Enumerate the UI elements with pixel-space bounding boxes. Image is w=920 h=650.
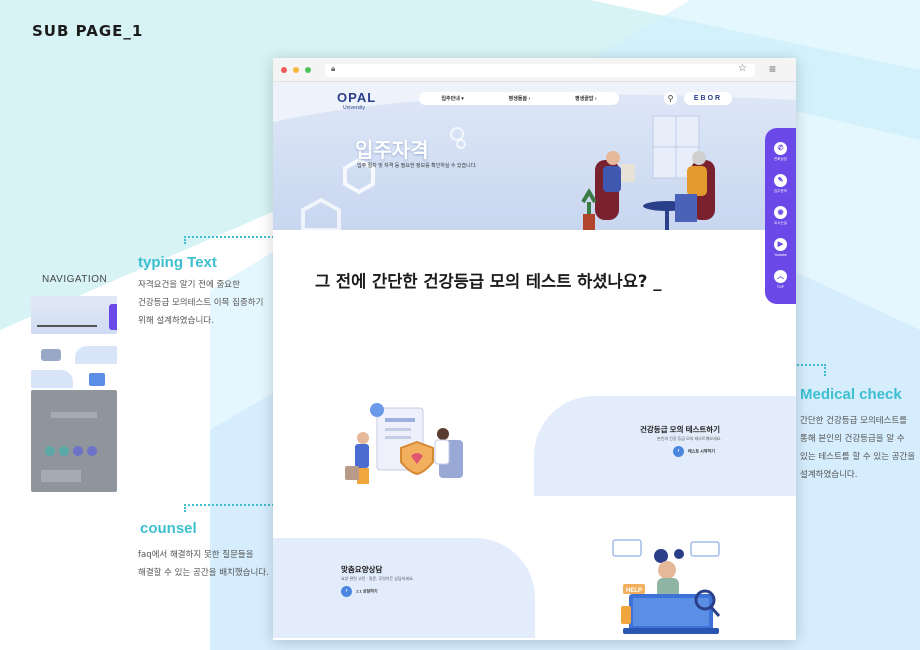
browser-window: 🔒︎ ☆ ≡ OPAL University 입주안내 ▾ 평생돌봄 › 평생끝… <box>273 58 796 640</box>
medical-anno-desc: 간단한 건강등급 모의테스트를 통해 본인의 건강등급을 알 수 있는 테스트를… <box>800 412 915 484</box>
side-item-location[interactable]: ◉ 오시는길 <box>772 206 789 226</box>
nav-thumb-medical[interactable] <box>31 346 117 364</box>
counsel-anno-desc: faq에서 해결하지 못한 질문들을 해결할 수 있는 공간을 배치했습니다. <box>138 546 269 582</box>
medical-desc-line: 있는 테스트를 할 수 있는 공간을 <box>800 452 916 462</box>
arrow-right-icon: › <box>341 586 352 597</box>
side-item-phone[interactable]: ✆ 전화상담 <box>772 142 789 162</box>
chevron-up-icon: ︿ <box>774 270 787 283</box>
hero-subtitle: 입주 절차 및 자격 등 필요한 정보를 확인하실 수 있습니다. <box>357 163 477 169</box>
location-icon: ◉ <box>774 206 787 219</box>
side-label: 입주문의 <box>774 189 787 193</box>
side-label: 오시는길 <box>774 221 787 225</box>
navigation-label: NAVIGATION <box>42 274 108 285</box>
nav-item-end[interactable]: 평생끝맙 › <box>575 95 596 102</box>
side-label: Youtube <box>774 253 787 257</box>
maximize-dot[interactable] <box>305 67 311 73</box>
lock-icon: 🔒︎ <box>331 64 336 73</box>
typing-desc-line: 위해 설계하였습니다. <box>138 316 214 326</box>
ebor-brand[interactable]: EBOR <box>684 92 732 105</box>
start-test-label: 테스트 시작하기 <box>688 448 715 454</box>
phone-icon: ✆ <box>774 142 787 155</box>
nav-thumb-footer[interactable] <box>31 390 117 492</box>
counsel-illustration: HELP <box>612 539 721 634</box>
opal-logo[interactable]: OPAL <box>337 90 376 105</box>
side-label: 전화상담 <box>774 157 787 161</box>
medical-desc-line: 통해 본인의 건강등급을 알 수 <box>800 434 905 444</box>
medical-anno-title: Medical check <box>800 386 902 403</box>
typing-desc-line: 자격요건을 알기 전에 중요한 <box>138 280 240 290</box>
counsel-card-title: 맞춤요양상담 <box>341 565 383 574</box>
consult-label: 1:1 상담하기 <box>356 588 378 594</box>
bookmark-star-icon[interactable]: ☆ <box>738 63 747 74</box>
counsel-desc-line: 해결할 수 있는 공간을 배치했습니다. <box>138 568 269 578</box>
side-item-inquiry[interactable]: ✎ 입주문의 <box>772 174 789 194</box>
side-item-top[interactable]: ︿ TOP <box>772 270 789 289</box>
youtube-icon: ▶ <box>774 238 787 251</box>
nav-item-care[interactable]: 평생돌봄 › <box>509 95 530 102</box>
medical-desc-line: 설계하였습니다. <box>800 470 858 480</box>
arrow-right-icon: › <box>673 446 684 457</box>
chat-icon: ✎ <box>774 174 787 187</box>
start-test-button[interactable]: › 테스트 시작하기 <box>673 446 715 457</box>
nav-thumb-counsel[interactable] <box>31 370 117 388</box>
counsel-desc-line: faq에서 해결하지 못한 질문들을 <box>138 550 254 560</box>
page-label: SUB PAGE_1 <box>32 22 144 40</box>
typing-desc-line: 건강등급 모의테스트 이목 집중하기 <box>138 298 264 308</box>
user-icon[interactable]: ⚲ <box>664 92 677 105</box>
medical-check-card <box>534 396 796 496</box>
help-tag: HELP <box>626 588 642 594</box>
medical-card-title: 건강등급 모의 테스트하기 <box>640 425 721 434</box>
medical-desc-line: 간단한 건강등급 모의테스트를 <box>800 416 908 426</box>
logo-subtitle: University <box>343 105 365 111</box>
typing-anno-title: typing Text <box>138 254 217 271</box>
hero-section: OPAL University 입주안내 ▾ 평생돌봄 › 평생끝맙 › ⚲ E… <box>273 82 796 230</box>
browser-chrome: 🔒︎ ☆ ≡ <box>273 58 796 82</box>
close-dot[interactable] <box>281 67 287 73</box>
hero-title: 입주자격 <box>355 140 429 162</box>
quick-side-menu: ✆ 전화상담 ✎ 입주문의 ◉ 오시는길 ▶ Youtube ︿ TOP <box>765 128 796 304</box>
consult-button[interactable]: › 1:1 상담하기 <box>341 586 378 597</box>
nav-item-admission[interactable]: 입주안내 ▾ <box>441 95 463 102</box>
address-bar[interactable] <box>325 64 755 77</box>
medical-illustration <box>345 403 463 484</box>
counsel-card <box>273 538 535 638</box>
typing-anno-desc: 자격요건을 알기 전에 중요한 건강등급 모의테스트 이목 집중하기 위해 설계… <box>138 276 263 330</box>
nav-thumb-hero[interactable] <box>31 296 117 334</box>
medical-card-subtitle: 본인의 건강 등급 모의 테스트해보세요. <box>657 436 722 441</box>
counsel-card-subtitle: 요양 관련 고민 · 질문, 무엇이든 상담하세요. <box>341 576 414 581</box>
menu-icon[interactable]: ≡ <box>769 62 776 76</box>
minimize-dot[interactable] <box>293 67 299 73</box>
top-nav: 입주안내 ▾ 평생돌봄 › 평생끝맙 › <box>419 92 619 105</box>
typing-headline: 그 전에 간단한 건강등급 모의 테스트 하셨나요? _ <box>315 272 662 291</box>
side-item-youtube[interactable]: ▶ Youtube <box>772 238 789 257</box>
counsel-anno-title: counsel <box>140 520 197 537</box>
side-label: TOP <box>776 285 785 289</box>
